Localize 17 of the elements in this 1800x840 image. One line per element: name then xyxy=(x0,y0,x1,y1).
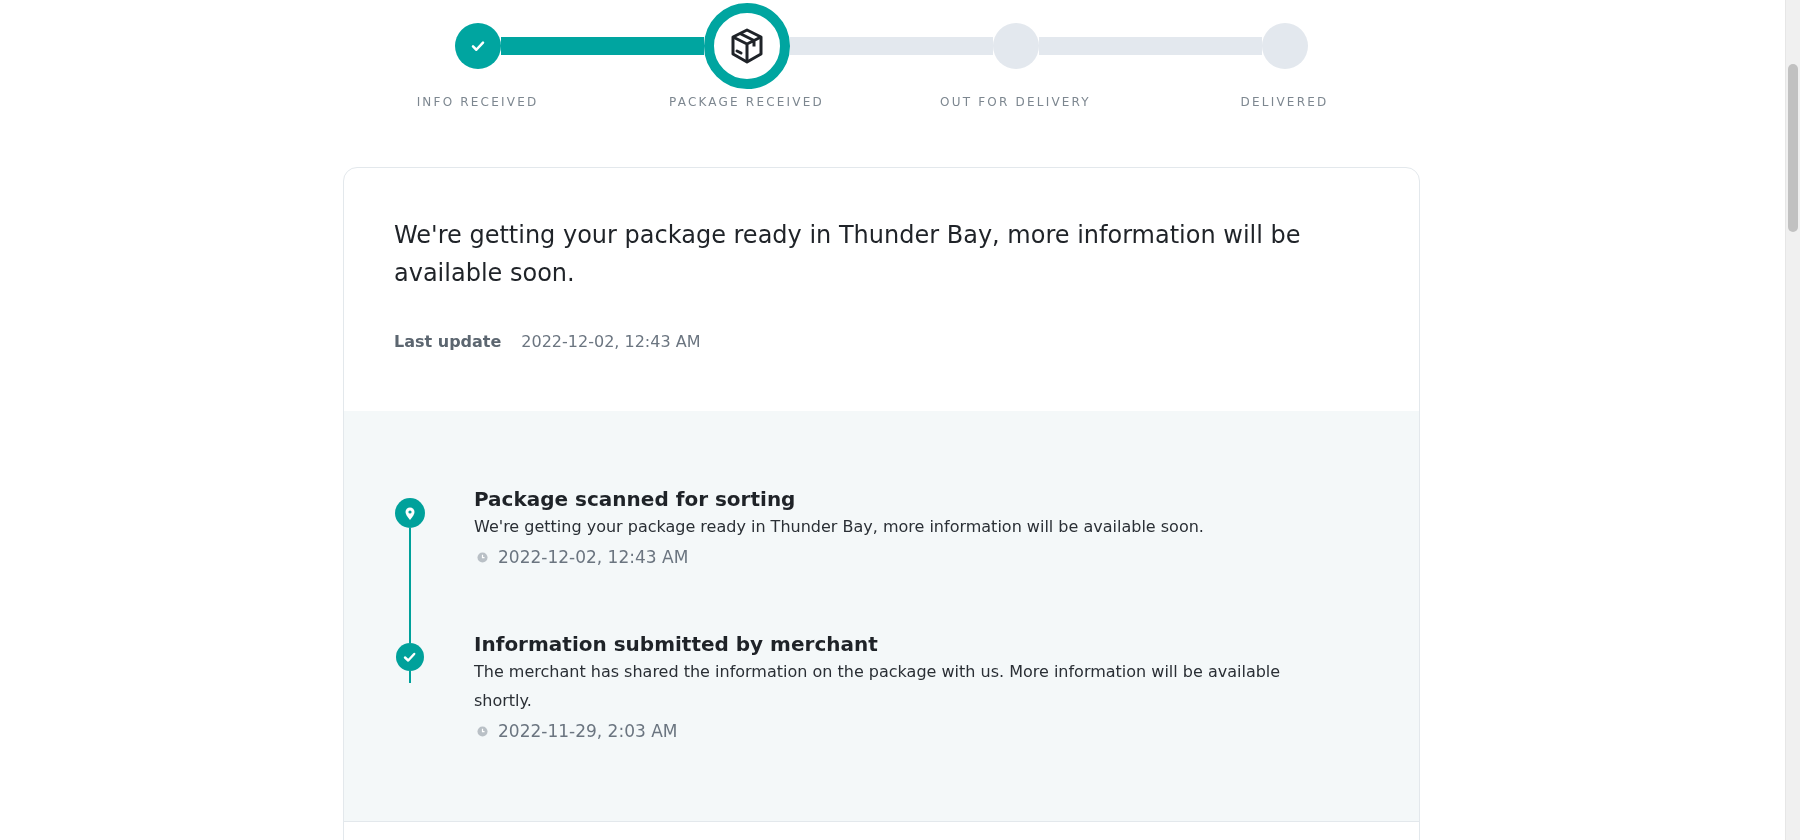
status-message: We're getting your package ready in Thunder Bay, more information will be available soon. xyxy=(394,220,1302,289)
event-description: We're getting your package ready in Thunder Bay, more information will be available soon. xyxy=(474,516,1204,538)
step-label: DELIVERED xyxy=(1240,95,1329,109)
last-update-label: Last update xyxy=(394,332,502,351)
event-time: 2022-11-29, 2:03 AM xyxy=(498,721,678,741)
clock-icon xyxy=(477,551,488,563)
event-title: Information submitted by merchant xyxy=(474,631,879,657)
event-time: 2022-12-02, 12:43 AM xyxy=(498,547,689,567)
scrollbar[interactable] xyxy=(1785,0,1800,840)
clock-icon xyxy=(477,725,488,737)
last-update-time: 2022-12-02, 12:43 AM xyxy=(521,332,701,351)
scrollbar-thumb[interactable] xyxy=(1788,64,1798,232)
step-label: INFO RECEIVED xyxy=(416,95,539,109)
event-title: Package scanned for sorting xyxy=(474,486,797,512)
event-description: The merchant has shared the information on the package with us. More information will be available shortly. xyxy=(474,661,1282,712)
step-label: PACKAGE RECEIVED xyxy=(669,95,824,109)
step-label: OUT FOR DELIVERY xyxy=(940,95,1091,109)
